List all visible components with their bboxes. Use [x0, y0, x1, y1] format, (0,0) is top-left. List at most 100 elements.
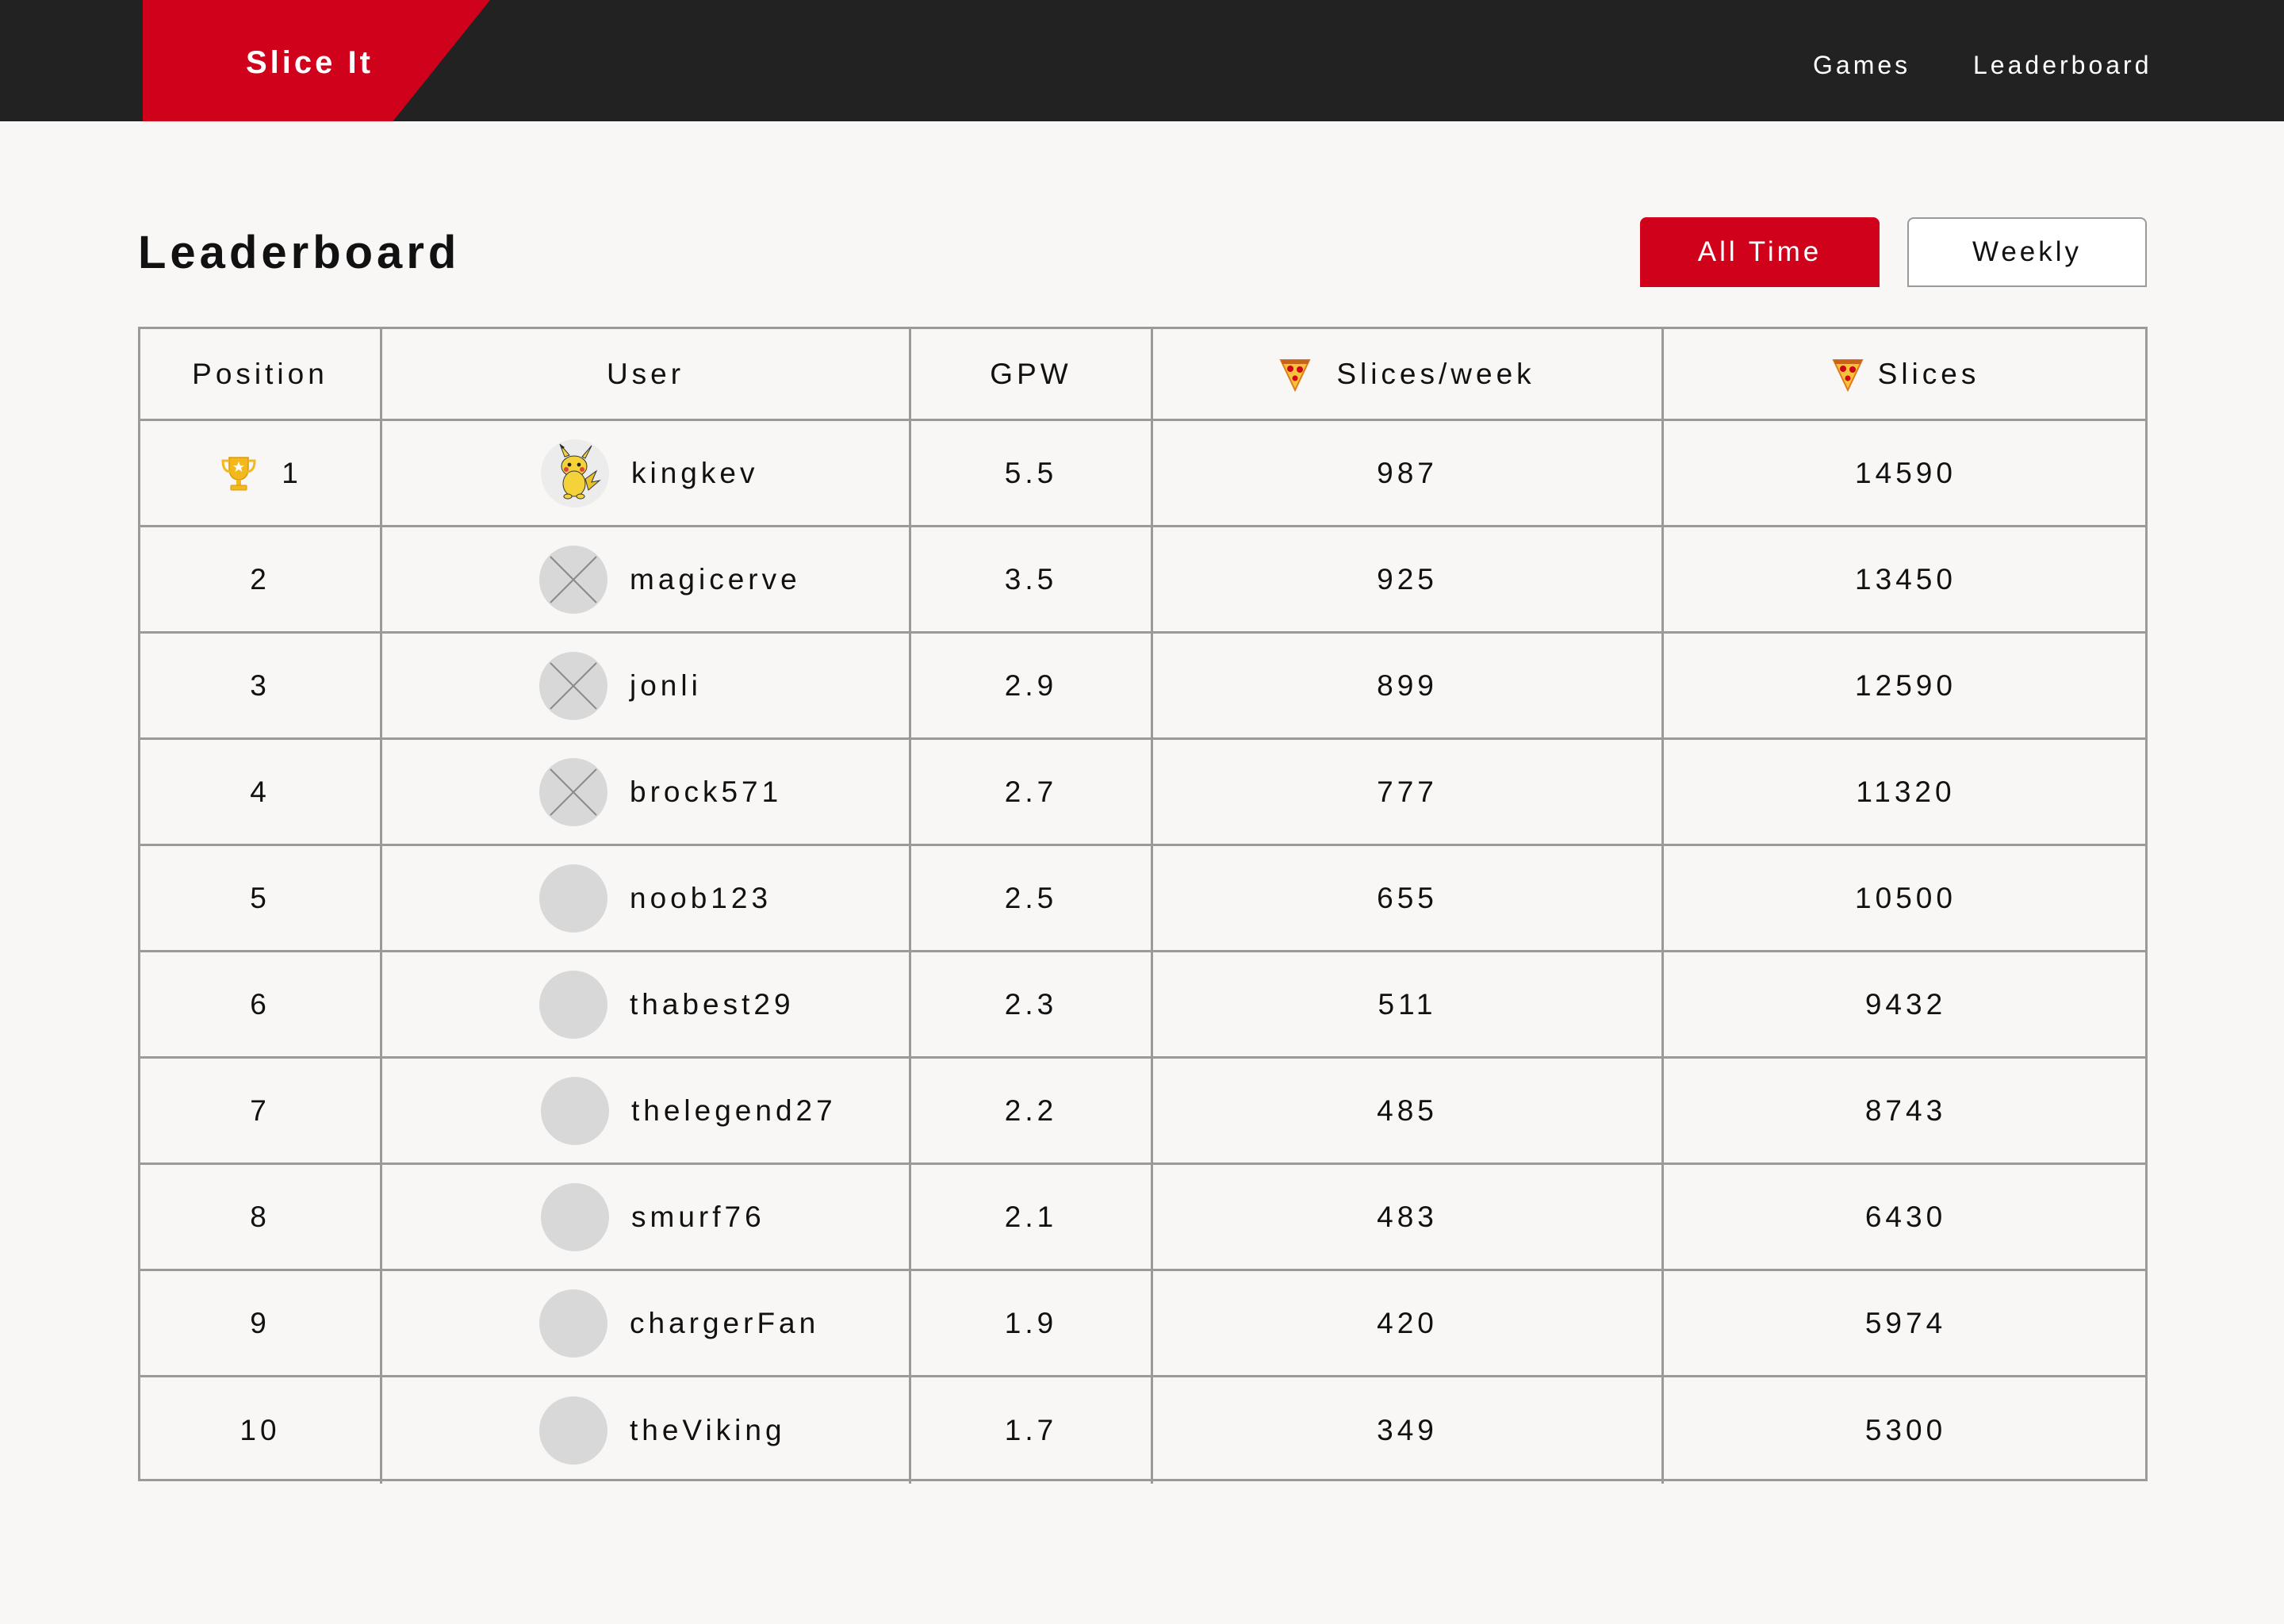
position-cell: 8	[140, 1165, 380, 1269]
position-cell: 10	[140, 1377, 380, 1484]
slices-per-week-cell: 483	[1377, 1200, 1438, 1233]
position-value: 7	[250, 1094, 270, 1127]
placeholder-x-icon	[550, 661, 597, 710]
slices-per-week-cell: 899	[1377, 668, 1438, 702]
position-value: 10	[240, 1414, 281, 1446]
position-value: 9	[250, 1306, 270, 1339]
username[interactable]: noob123	[630, 882, 772, 915]
user-cell[interactable]: thabest29	[382, 952, 909, 1056]
gpw-cell: 5.5	[1004, 456, 1058, 489]
avatar[interactable]	[539, 1289, 607, 1358]
weekly-toggle-button[interactable]: Weekly	[1907, 217, 2147, 287]
username[interactable]: jonli	[630, 669, 702, 703]
position-value: 8	[250, 1200, 270, 1233]
username[interactable]: thelegend27	[631, 1094, 837, 1128]
position-value: 2	[250, 562, 270, 596]
username[interactable]: theViking	[630, 1414, 786, 1447]
avatar[interactable]	[539, 651, 607, 720]
user-cell[interactable]: kingkev	[382, 421, 909, 525]
table-row[interactable]: 1 kingkev 5.5 987 14590	[140, 421, 2145, 527]
header-slices[interactable]: Slices	[1664, 329, 2148, 419]
user-cell[interactable]: magicerve	[382, 527, 909, 631]
gpw-cell: 2.5	[1004, 881, 1058, 914]
avatar[interactable]	[541, 1076, 609, 1145]
gpw-cell: 3.5	[1004, 562, 1058, 596]
table-row[interactable]: 5 noob123 2.5 655 10500	[140, 846, 2145, 952]
slices-cell: 6430	[1864, 1200, 1947, 1233]
table-header-row: Position User GPW Slices/week Slices	[140, 329, 2145, 421]
slices-per-week-cell: 511	[1378, 987, 1437, 1021]
placeholder-x-icon	[550, 768, 597, 816]
username[interactable]: brock571	[630, 776, 782, 809]
header-slices-week-label: Slices/week	[1336, 357, 1535, 390]
trophy-icon	[221, 456, 256, 490]
header-position[interactable]: Position	[140, 329, 380, 419]
header-slices-week[interactable]: Slices/week	[1153, 329, 1661, 419]
slices-cell: 11320	[1856, 775, 1956, 808]
slices-cell: 8743	[1864, 1094, 1947, 1127]
header-slices-label: Slices	[1877, 357, 1980, 390]
header-user[interactable]: User	[382, 329, 909, 419]
avatar[interactable]	[539, 1396, 607, 1465]
table-row[interactable]: 3 jonli 2.9 899 12590	[140, 634, 2145, 740]
slices-per-week-cell: 420	[1377, 1306, 1438, 1339]
slices-cell: 5300	[1864, 1414, 1947, 1446]
position-cell: 3	[140, 634, 380, 737]
position-value: 4	[250, 775, 270, 808]
placeholder-x-icon	[550, 555, 597, 603]
user-cell[interactable]: brock571	[382, 740, 909, 844]
nav-leaderboard-link[interactable]: Leaderboard	[1973, 49, 2152, 81]
avatar[interactable]	[539, 757, 607, 826]
username[interactable]: thabest29	[630, 988, 795, 1021]
user-cell[interactable]: thelegend27	[382, 1059, 909, 1162]
username[interactable]: magicerve	[630, 563, 801, 596]
table-row[interactable]: 6 thabest29 2.3 511 9432	[140, 952, 2145, 1059]
gpw-cell: 1.7	[1004, 1414, 1058, 1446]
table-row[interactable]: 10 theViking 1.7 349 5300	[140, 1377, 2145, 1484]
gpw-cell: 2.7	[1004, 775, 1058, 808]
position-value: 3	[250, 668, 270, 702]
gpw-cell: 1.9	[1004, 1306, 1058, 1339]
slices-cell: 12590	[1855, 668, 1956, 702]
table-row[interactable]: 9 chargerFan 1.9 420 5974	[140, 1271, 2145, 1377]
slices-cell: 9432	[1864, 987, 1947, 1021]
username[interactable]: smurf76	[631, 1201, 765, 1234]
user-cell[interactable]: noob123	[382, 846, 909, 950]
user-cell[interactable]: smurf76	[382, 1165, 909, 1269]
slices-cell: 10500	[1855, 881, 1956, 914]
position-value: 1	[282, 456, 302, 489]
avatar[interactable]	[539, 545, 607, 614]
table-row[interactable]: 4 brock571 2.7 777 11320	[140, 740, 2145, 846]
leaderboard-table: Position User GPW Slices/week Slices 1 k…	[138, 327, 2148, 1484]
slices-cell: 14590	[1855, 456, 1956, 489]
nav-games-link[interactable]: Games	[1813, 49, 1910, 81]
slices-per-week-cell: 777	[1377, 775, 1438, 808]
avatar[interactable]	[539, 970, 607, 1039]
user-cell[interactable]: theViking	[382, 1377, 909, 1484]
table-row[interactable]: 8 smurf76 2.1 483 6430	[140, 1165, 2145, 1271]
position-cell: 5	[140, 846, 380, 950]
pizza-icon	[1832, 358, 1864, 392]
table-row[interactable]: 7 thelegend27 2.2 485 8743	[140, 1059, 2145, 1165]
top-navbar: Slice It Games Leaderboard	[0, 0, 2284, 121]
table-row[interactable]: 2 magicerve 3.5 925 13450	[140, 527, 2145, 634]
pizza-icon	[1279, 358, 1311, 392]
header-gpw[interactable]: GPW	[911, 329, 1151, 419]
username[interactable]: kingkev	[631, 457, 758, 490]
position-cell: 7	[140, 1059, 380, 1162]
position-cell: 2	[140, 527, 380, 631]
pikachu-icon	[559, 443, 601, 499]
user-cell[interactable]: chargerFan	[382, 1271, 909, 1375]
gpw-cell: 2.1	[1004, 1200, 1058, 1233]
slices-per-week-cell: 485	[1377, 1094, 1438, 1127]
avatar[interactable]	[539, 864, 607, 933]
avatar[interactable]	[541, 1182, 609, 1251]
all-time-toggle-button[interactable]: All Time	[1640, 217, 1880, 287]
username[interactable]: chargerFan	[630, 1307, 819, 1340]
user-cell[interactable]: jonli	[382, 634, 909, 737]
brand-logo[interactable]: Slice It	[246, 43, 374, 82]
avatar[interactable]	[541, 439, 609, 508]
slices-per-week-cell: 349	[1377, 1414, 1438, 1446]
gpw-cell: 2.2	[1004, 1094, 1058, 1127]
slices-per-week-cell: 925	[1377, 562, 1438, 596]
